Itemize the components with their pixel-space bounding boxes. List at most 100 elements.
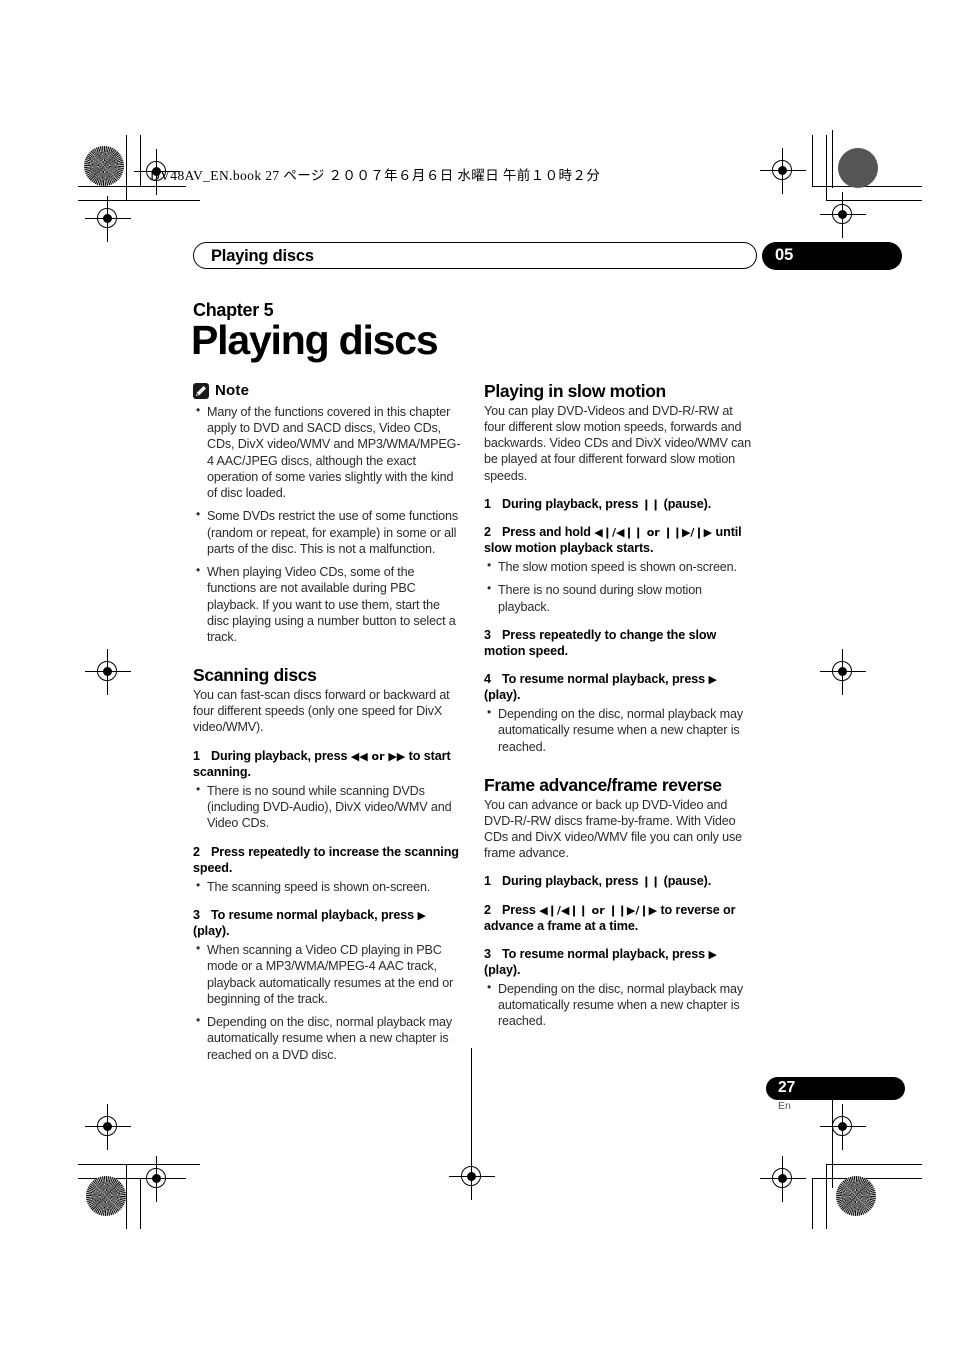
step-text-before: To resume normal playback, press <box>502 672 709 687</box>
registration-mark <box>820 1104 866 1150</box>
step-text-before: Press repeatedly to increase the scannin… <box>193 844 459 875</box>
footer-language-code: En <box>778 1100 791 1112</box>
step-text-after: (pause). <box>660 874 712 889</box>
step-item: 1 During playback, press ❙❙ (pause). <box>484 496 755 512</box>
registration-mark <box>449 1154 495 1200</box>
step-number: 1 <box>193 748 200 763</box>
registration-mark <box>85 1104 131 1150</box>
step-text-after: (play). <box>484 688 521 703</box>
running-header-pill: Playing discs <box>193 242 757 269</box>
note-bullet-list: Many of the functions covered in this ch… <box>193 403 464 645</box>
list-item: Some DVDs restrict the use of some funct… <box>193 507 464 557</box>
step-bullet-list: Depending on the disc, normal playback m… <box>484 980 755 1030</box>
registration-mark <box>85 196 131 242</box>
step-bullet-list: When scanning a Video CD playing in PBC … <box>193 941 464 1063</box>
section-heading-scanning-discs: Scanning discs <box>193 665 317 686</box>
crop-mark-line <box>140 1178 141 1229</box>
registration-mark <box>760 1156 806 1202</box>
document-page: DV48AV_EN.book 27 ページ ２００７年６月６日 水曜日 午前１０… <box>0 0 954 1350</box>
crop-mark-line <box>812 186 922 187</box>
step-number: 2 <box>484 902 491 917</box>
right-column: Playing in slow motion You can play DVD-… <box>484 381 755 1030</box>
step-bullet-list: There is no sound while scanning DVDs (i… <box>193 782 464 832</box>
crop-mark-line <box>78 186 186 187</box>
step-item: 2 Press ◀❙/◀❙❙ or ❙❙▶/❙▶ to reverse or ad… <box>484 902 755 934</box>
note-heading: Note <box>193 382 464 399</box>
note-label: Note <box>215 382 250 399</box>
section-intro-playing-in-slow-motion: You can play DVD-Videos and DVD-R/-RW at… <box>484 403 751 483</box>
step-number: 1 <box>484 496 491 511</box>
step-text-before: During playback, press <box>502 874 642 889</box>
section-intro-scanning-discs: You can fast-scan discs forward or backw… <box>193 687 450 735</box>
list-item: When scanning a Video CD playing in PBC … <box>193 941 464 1007</box>
registration-mark <box>820 192 866 238</box>
step-text-before: During playback, press <box>502 496 642 511</box>
registration-mark <box>85 649 131 695</box>
list-item: The scanning speed is shown on-screen. <box>193 878 464 895</box>
left-column: Note Many of the functions covered in th… <box>193 382 464 1063</box>
running-header-title: Playing discs <box>211 247 314 265</box>
step-item: 1 During playback, press ❙❙ (pause). <box>484 873 755 889</box>
density-patch <box>84 146 124 186</box>
step-bullet-list: The slow motion speed is shown on-screen… <box>484 558 755 615</box>
step-number: 4 <box>484 672 491 687</box>
step-text-before: To resume normal playback, press <box>502 946 709 961</box>
registration-mark <box>820 649 866 695</box>
step-text-before: Press and hold <box>502 524 595 539</box>
crop-mark-line <box>126 135 127 200</box>
pause-symbol: ❙❙ <box>641 497 661 511</box>
step-text-after: (play). <box>484 962 521 977</box>
frame-step-symbol: ◀❙/◀❙❙ or ❙❙▶/❙▶ <box>594 525 713 539</box>
crop-mark-line <box>78 1178 186 1179</box>
step-item: 4 To resume normal playback, press ▶ (pla… <box>484 671 755 703</box>
step-number: 2 <box>193 844 200 859</box>
density-patch <box>838 148 878 188</box>
list-item: There is no sound while scanning DVDs (i… <box>193 782 464 832</box>
crop-mark-line <box>78 200 200 201</box>
step-text-before: During playback, press <box>211 748 351 763</box>
crop-mark-line <box>826 1164 922 1165</box>
section-heading-playing-in-slow-motion: Playing in slow motion <box>484 381 666 401</box>
step-text-before: To resume normal playback, press <box>211 907 418 922</box>
play-symbol: ▶ <box>708 947 717 961</box>
chapter-number-badge: 05 <box>762 242 902 270</box>
page-number-text: 27 <box>778 1079 796 1096</box>
list-item: There is no sound during slow motion pla… <box>484 581 755 614</box>
print-job-header: DV48AV_EN.book 27 ページ ２００７年６月６日 水曜日 午前１０… <box>150 168 601 183</box>
crop-mark-line <box>812 135 813 186</box>
registration-mark <box>760 148 806 194</box>
crop-mark-line <box>826 135 827 200</box>
play-symbol: ▶ <box>708 673 717 687</box>
crop-mark-line <box>471 1048 472 1163</box>
list-item: Depending on the disc, normal playback m… <box>484 705 755 755</box>
density-patch <box>836 1176 876 1216</box>
step-bullet-list: The scanning speed is shown on-screen. <box>193 878 464 895</box>
step-number: 3 <box>193 907 200 922</box>
crop-mark-line <box>826 200 922 201</box>
step-number: 1 <box>484 874 491 889</box>
crop-mark-line <box>812 1178 813 1229</box>
list-item: Depending on the disc, normal playback m… <box>484 980 755 1030</box>
list-item: The slow motion speed is shown on-screen… <box>484 558 755 575</box>
step-bullet-list: Depending on the disc, normal playback m… <box>484 705 755 755</box>
step-text-after: (play). <box>193 924 230 939</box>
crop-mark-line <box>832 130 833 188</box>
section-heading-frame-advance-frame-reverse: Frame advance/frame reverse <box>484 774 722 795</box>
crop-mark-line <box>812 1178 922 1179</box>
page-number-badge: 27 <box>766 1077 905 1100</box>
list-item: Many of the functions covered in this ch… <box>193 403 464 501</box>
step-item: 3 To resume normal playback, press ▶ (pla… <box>193 907 464 939</box>
crop-mark-line <box>126 1164 127 1229</box>
step-item: 1 During playback, press ◀◀ or ▶▶ to star… <box>193 748 464 780</box>
step-number: 3 <box>484 946 491 961</box>
pencil-icon <box>193 382 209 399</box>
page-title: Playing discs <box>191 317 439 363</box>
pause-symbol: ❙❙ <box>641 875 661 889</box>
list-item: Depending on the disc, normal playback m… <box>193 1013 464 1063</box>
crop-mark-line <box>826 1164 827 1229</box>
crop-mark-line <box>140 135 141 186</box>
section-intro-frame-advance-frame-reverse: You can advance or back up DVD-Video and… <box>484 797 742 861</box>
step-number: 2 <box>484 524 491 539</box>
step-text-before: Press <box>502 902 540 917</box>
note-block: Note Many of the functions covered in th… <box>193 382 464 645</box>
